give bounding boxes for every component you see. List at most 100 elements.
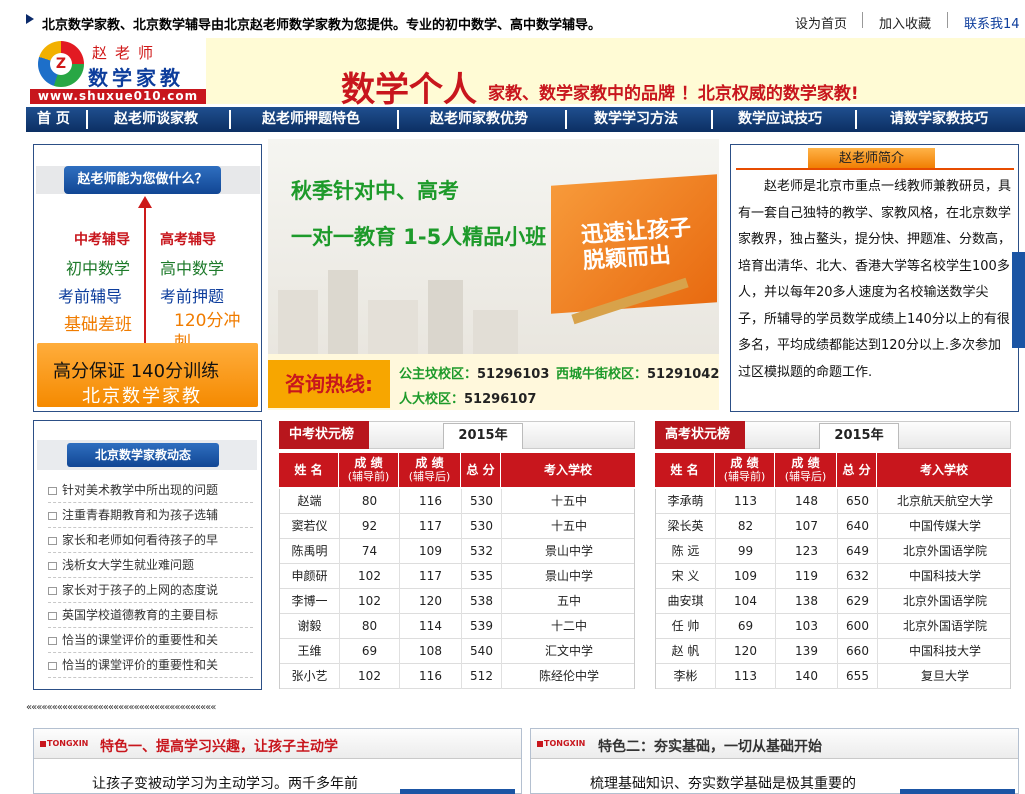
cell-before: 109	[716, 564, 776, 589]
nav-hire-tips[interactable]: 请数学家教技巧	[890, 107, 988, 132]
service-junior-math[interactable]: 初中数学	[66, 255, 130, 279]
news-item[interactable]: 英国学校道德教育的主要目标	[48, 603, 253, 628]
service-exam-prediction[interactable]: 考前押题	[160, 283, 224, 307]
nav-study-methods[interactable]: 数学学习方法	[594, 107, 678, 132]
nav-exam-skills[interactable]: 数学应试技巧	[738, 107, 822, 132]
cell-name: 梁长英	[656, 514, 716, 539]
service-gaokao[interactable]: 高考辅导	[160, 229, 216, 249]
service-pre-exam[interactable]: 考前辅导	[58, 283, 122, 307]
campus-phone: 51296107	[464, 392, 537, 407]
campus-phone: 51291042	[647, 367, 720, 382]
arrow-right-icon	[26, 14, 34, 24]
tongxin-logo: TONGXIN	[537, 739, 585, 748]
feature1-text: 让孩子变被动学习为主动学习。两千多年前	[92, 776, 358, 792]
col-score-after: 成 绩 (辅导后)	[399, 453, 461, 487]
doc-icon	[48, 586, 57, 595]
cell-name: 宋 义	[656, 564, 716, 589]
cell-school: 景山中学	[544, 544, 593, 558]
news-item[interactable]: 浅析女大学生就业难问题	[48, 553, 253, 578]
feature1-image	[400, 789, 515, 794]
cell-before: 92	[340, 514, 400, 539]
logo-letter: Z	[50, 53, 72, 75]
news-item[interactable]: 家长对于孩子的上网的态度说	[48, 578, 253, 603]
table-row: 赵端 80 116 530 十五中	[280, 489, 634, 514]
cell-after: 139	[776, 639, 838, 664]
col-sub: (辅导后)	[408, 470, 451, 483]
cell-after: 117	[400, 564, 462, 589]
news-item-text: 家长对于孩子的上网的态度说	[62, 583, 219, 597]
cell-name: 陈禹明	[280, 539, 340, 564]
doc-icon	[48, 511, 57, 520]
cell-before: 102	[340, 589, 400, 614]
nav-advantages[interactable]: 赵老师家教优势	[430, 107, 528, 132]
news-item[interactable]: 恰当的课堂评价的重要性和关	[48, 653, 253, 678]
divider	[86, 110, 88, 129]
campus-name: 西城牛街校区：	[556, 367, 648, 382]
cell-total: 632	[838, 564, 878, 589]
cell-before: 69	[716, 614, 776, 639]
nav-tutoring-talk[interactable]: 赵老师谈家教	[114, 107, 198, 132]
col-total: 总 分	[461, 453, 501, 487]
news-item[interactable]: 恰当的课堂评价的重要性和关	[48, 628, 253, 653]
cell-total: 540	[462, 639, 502, 664]
table-row: 李彬 113 140 655 复旦大学	[656, 664, 1010, 689]
services-button[interactable]: 赵老师能为您做什么？	[64, 166, 221, 194]
col-label: 成 绩	[730, 456, 759, 470]
city-skyline	[278, 270, 518, 354]
banner-line1: 秋季针对中、高考	[291, 179, 459, 203]
add-favorite-link[interactable]: 加入收藏	[879, 13, 931, 32]
campus-gongzhufen: 公主坟校区：51296103	[399, 363, 549, 382]
cell-total: 530	[462, 514, 502, 539]
cell-school: 中国科技大学	[908, 569, 981, 583]
zhongkao-table-body: 赵端 80 116 530 十五中 窦若仪 92 117 530 十五中 陈禹明 74 109 532 景山…	[279, 489, 635, 689]
col-total: 总 分	[837, 453, 877, 487]
table-row: 赵 帆 120 139 660 中国科技大学	[656, 639, 1010, 664]
cell-after: 116	[400, 664, 462, 689]
set-homepage-link[interactable]: 设为首页	[795, 13, 847, 32]
service-zhongkao[interactable]: 中考辅导	[74, 229, 130, 249]
cell-name: 任 帅	[656, 614, 716, 639]
service-senior-math[interactable]: 高中数学	[160, 255, 224, 279]
cell-before: 74	[340, 539, 400, 564]
cell-school: 北京外国语学院	[902, 594, 987, 608]
intro-tab[interactable]: 赵老师简介	[808, 148, 935, 169]
news-item-text: 恰当的课堂评价的重要性和关	[62, 658, 219, 672]
square-icon	[40, 740, 46, 747]
table-row: 谢毅 80 114 539 十二中	[280, 614, 634, 639]
news-item[interactable]: 家长和老师如何看待孩子的早	[48, 528, 253, 553]
col-label: 成 绩	[415, 456, 444, 470]
nav-exam-prediction[interactable]: 赵老师押题特色	[262, 107, 360, 132]
slogan-big: 数学个人	[341, 70, 477, 110]
brand-text: TONGXIN	[544, 739, 586, 748]
gaokao-year-tab[interactable]: 2015年	[819, 423, 899, 449]
logo-url: www.shuxue010.com	[30, 89, 206, 104]
service-basic-class[interactable]: 基础差班	[64, 310, 132, 335]
side-float-tab[interactable]	[1012, 252, 1025, 348]
cell-after: 109	[400, 539, 462, 564]
campus-niujie: 西城牛街校区：51291042	[556, 363, 719, 382]
cell-after: 123	[776, 539, 838, 564]
page: 北京数学家教、北京数学辅导由北京赵老师数学家教为您提供。专业的初中数学、高中数学…	[0, 0, 1025, 794]
col-name: 姓 名	[655, 453, 715, 487]
cell-after: 117	[400, 514, 462, 539]
news-button[interactable]: 北京数学家教动态	[67, 443, 219, 467]
news-item-text: 浅析女大学生就业难问题	[62, 558, 195, 572]
feature2-title[interactable]: 特色二：夯实基础，一切从基础开始	[598, 736, 822, 756]
feature1-title[interactable]: 特色一、提高学习兴趣，让孩子主动学	[100, 736, 338, 756]
news-item[interactable]: 注重青春期教育和为孩子选辅	[48, 503, 253, 528]
doc-icon	[48, 611, 57, 620]
contact-link[interactable]: 联系我14	[964, 13, 1020, 32]
cell-school: 中国科技大学	[908, 644, 981, 658]
col-score-before: 成 绩 (辅导前)	[715, 453, 775, 487]
divider	[736, 168, 1014, 170]
cell-before: 102	[340, 664, 400, 689]
zhongkao-year-tab[interactable]: 2015年	[443, 423, 523, 449]
cell-total: 640	[838, 514, 878, 539]
nav-home[interactable]: 首 页	[37, 107, 70, 132]
cell-name: 李彬	[656, 664, 716, 689]
cell-before: 113	[716, 664, 776, 689]
zhongkao-table-header: 姓 名 成 绩 (辅导前) 成 绩 (辅导后) 总 分 考入学校	[279, 453, 635, 487]
cell-total: 650	[838, 489, 878, 514]
campus-phone: 51296103	[477, 367, 550, 382]
news-item[interactable]: 针对美术教学中所出现的问题	[48, 478, 253, 503]
